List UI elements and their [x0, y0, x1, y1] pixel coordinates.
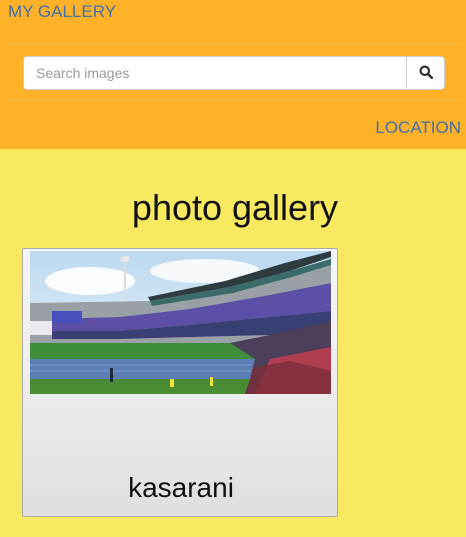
photo-caption: kasarani	[128, 472, 234, 503]
search-button[interactable]	[406, 56, 445, 90]
page-title: photo gallery	[131, 187, 339, 228]
search-icon	[419, 65, 433, 82]
photo-card[interactable]: kasarani	[22, 248, 338, 517]
navbar: MY GALLERY LOCATION	[0, 0, 466, 149]
nav-divider	[8, 44, 458, 45]
location-link[interactable]: LOCATION	[375, 118, 461, 138]
search-form	[23, 56, 445, 90]
stadium-photo[interactable]	[30, 251, 331, 394]
search-input[interactable]	[23, 56, 406, 90]
brand-link[interactable]: MY GALLERY	[8, 2, 116, 22]
nav-divider	[8, 100, 458, 101]
